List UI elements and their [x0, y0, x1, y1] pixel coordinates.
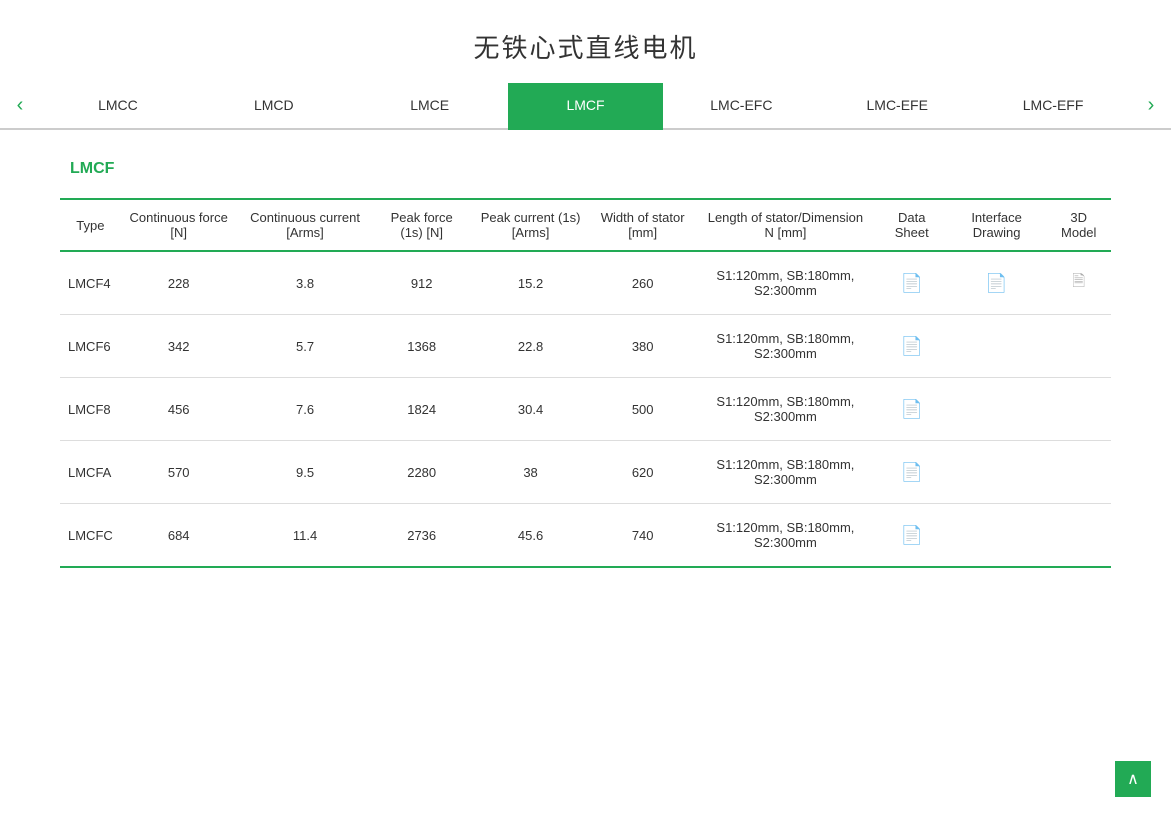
tabs-container: ‹ LMCCLMCDLMCELMCFLMC-EFCLMC-EFELMC-EFF …	[0, 83, 1171, 130]
cell-cont_current: 9.5	[237, 441, 374, 504]
cell-peak_current: 45.6	[470, 504, 591, 568]
cell-width_stator: 500	[591, 378, 694, 441]
pdf-icon[interactable]: 📄	[901, 273, 923, 293]
cell-peak_current: 15.2	[470, 251, 591, 315]
pdf-icon[interactable]: 📄	[901, 336, 923, 356]
cell-width_stator: 620	[591, 441, 694, 504]
cell-cont_force: 570	[121, 441, 237, 504]
tab-lmce[interactable]: LMCE	[352, 83, 508, 130]
doc-icon[interactable]: 🗎	[1072, 273, 1085, 290]
pdf-icon[interactable]: 📄	[901, 462, 923, 482]
col-header-cont_force: Continuous force [N]	[121, 199, 237, 251]
pdf-icon[interactable]: 📄	[985, 273, 1007, 293]
cell-data-sheet[interactable]: 📄	[877, 441, 947, 504]
cell-3d-model[interactable]	[1046, 378, 1111, 441]
cell-type: LMCF6	[60, 315, 121, 378]
cell-width_stator: 740	[591, 504, 694, 568]
table-row: LMCFC68411.4273645.6740S1:120mm, SB:180m…	[60, 504, 1111, 568]
cell-cont_current: 11.4	[237, 504, 374, 568]
cell-3d-model[interactable]	[1046, 315, 1111, 378]
cell-peak_force: 1368	[373, 315, 469, 378]
cell-peak_force: 912	[373, 251, 469, 315]
cell-data-sheet[interactable]: 📄	[877, 251, 947, 315]
cell-data-sheet[interactable]: 📄	[877, 378, 947, 441]
tab-lmcf[interactable]: LMCF	[508, 83, 664, 130]
cell-type: LMCF8	[60, 378, 121, 441]
cell-interface-drawing[interactable]	[947, 378, 1047, 441]
cell-type: LMCFA	[60, 441, 121, 504]
col-header-cont_current: Continuous current [Arms]	[237, 199, 374, 251]
cell-cont_force: 228	[121, 251, 237, 315]
cell-length_stator: S1:120mm, SB:180mm, S2:300mm	[694, 378, 877, 441]
cell-cont_current: 3.8	[237, 251, 374, 315]
col-header-peak_force: Peak force (1s) [N]	[373, 199, 469, 251]
cell-3d-model[interactable]: 🗎	[1046, 251, 1111, 315]
col-header-model_3d: 3D Model	[1046, 199, 1111, 251]
table-row: LMCFA5709.5228038620S1:120mm, SB:180mm, …	[60, 441, 1111, 504]
cell-interface-drawing[interactable]: 📄	[947, 251, 1047, 315]
cell-cont_current: 5.7	[237, 315, 374, 378]
cell-cont_current: 7.6	[237, 378, 374, 441]
tab-prev-arrow[interactable]: ‹	[0, 83, 40, 128]
col-header-data_sheet: Data Sheet	[877, 199, 947, 251]
tab-lmc-eff[interactable]: LMC-EFF	[975, 83, 1131, 130]
cell-length_stator: S1:120mm, SB:180mm, S2:300mm	[694, 315, 877, 378]
data-table: TypeContinuous force [N]Continuous curre…	[60, 198, 1111, 568]
tab-lmc-efc[interactable]: LMC-EFC	[663, 83, 819, 130]
cell-peak_force: 1824	[373, 378, 469, 441]
cell-length_stator: S1:120mm, SB:180mm, S2:300mm	[694, 251, 877, 315]
cell-interface-drawing[interactable]	[947, 441, 1047, 504]
tab-lmc-efe[interactable]: LMC-EFE	[819, 83, 975, 130]
tab-lmcc[interactable]: LMCC	[40, 83, 196, 130]
cell-peak_current: 38	[470, 441, 591, 504]
cell-length_stator: S1:120mm, SB:180mm, S2:300mm	[694, 504, 877, 568]
section-title: LMCF	[60, 160, 1111, 178]
cell-3d-model[interactable]	[1046, 504, 1111, 568]
cell-peak_current: 22.8	[470, 315, 591, 378]
tabs-list: LMCCLMCDLMCELMCFLMC-EFCLMC-EFELMC-EFF	[40, 83, 1131, 128]
table-row: LMCF42283.891215.2260S1:120mm, SB:180mm,…	[60, 251, 1111, 315]
cell-width_stator: 380	[591, 315, 694, 378]
cell-type: LMCFC	[60, 504, 121, 568]
cell-peak_current: 30.4	[470, 378, 591, 441]
cell-interface-drawing[interactable]	[947, 504, 1047, 568]
table-header-row: TypeContinuous force [N]Continuous curre…	[60, 199, 1111, 251]
col-header-interface_drawing: Interface Drawing	[947, 199, 1047, 251]
cell-type: LMCF4	[60, 251, 121, 315]
col-header-type: Type	[60, 199, 121, 251]
cell-cont_force: 342	[121, 315, 237, 378]
cell-width_stator: 260	[591, 251, 694, 315]
tab-next-arrow[interactable]: ›	[1131, 83, 1171, 128]
table-row: LMCF63425.7136822.8380S1:120mm, SB:180mm…	[60, 315, 1111, 378]
cell-cont_force: 684	[121, 504, 237, 568]
cell-length_stator: S1:120mm, SB:180mm, S2:300mm	[694, 441, 877, 504]
table-body: LMCF42283.891215.2260S1:120mm, SB:180mm,…	[60, 251, 1111, 567]
cell-interface-drawing[interactable]	[947, 315, 1047, 378]
cell-cont_force: 456	[121, 378, 237, 441]
col-header-length_stator: Length of stator/Dimension N [mm]	[694, 199, 877, 251]
page-title: 无铁心式直线电机	[0, 0, 1171, 83]
content-area: LMCF TypeContinuous force [N]Continuous …	[0, 130, 1171, 608]
cell-peak_force: 2736	[373, 504, 469, 568]
pdf-icon[interactable]: 📄	[901, 525, 923, 545]
cell-data-sheet[interactable]: 📄	[877, 504, 947, 568]
pdf-icon[interactable]: 📄	[901, 399, 923, 419]
cell-3d-model[interactable]	[1046, 441, 1111, 504]
cell-data-sheet[interactable]: 📄	[877, 315, 947, 378]
col-header-peak_current: Peak current (1s) [Arms]	[470, 199, 591, 251]
cell-peak_force: 2280	[373, 441, 469, 504]
tab-lmcd[interactable]: LMCD	[196, 83, 352, 130]
table-row: LMCF84567.6182430.4500S1:120mm, SB:180mm…	[60, 378, 1111, 441]
col-header-width_stator: Width of stator [mm]	[591, 199, 694, 251]
scroll-top-button[interactable]: ∧	[1115, 761, 1151, 797]
